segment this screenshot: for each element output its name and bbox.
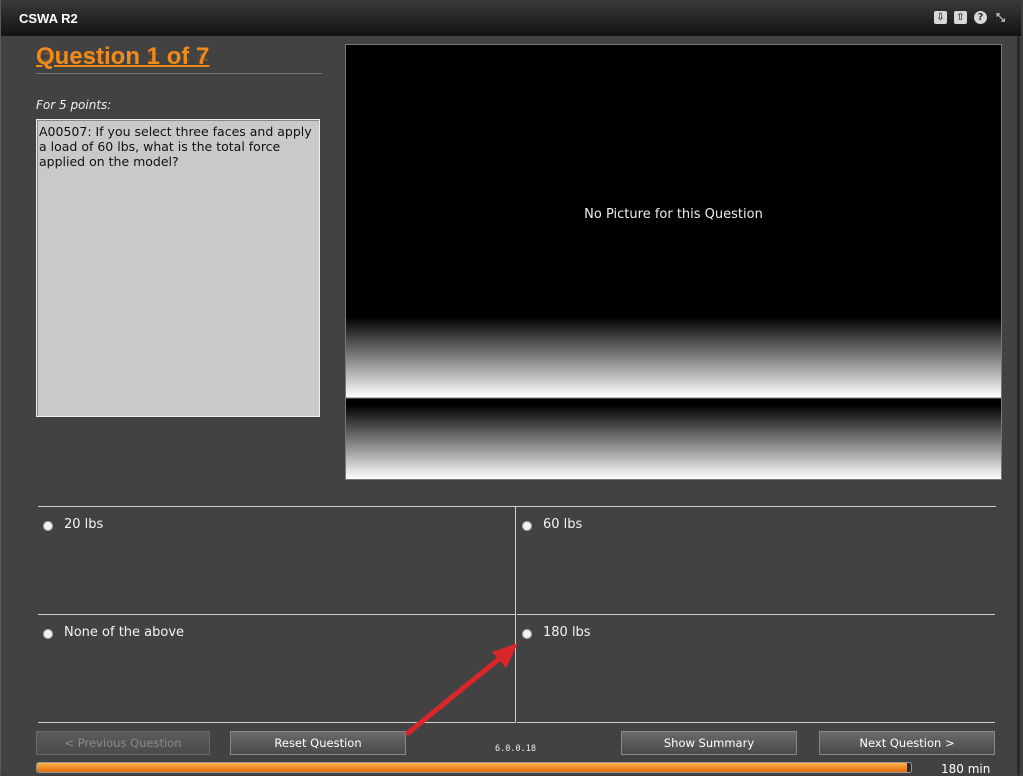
- time-progress-bar: [36, 762, 912, 773]
- upload-icon[interactable]: ⇧: [954, 11, 967, 24]
- radio-button[interactable]: [522, 629, 532, 639]
- next-question-button[interactable]: Next Question >: [819, 731, 995, 755]
- minimize-icon[interactable]: ⤡: [994, 11, 1007, 24]
- no-picture-message: No Picture for this Question: [584, 207, 763, 222]
- save-icon[interactable]: ⇩: [934, 11, 947, 24]
- radio-button[interactable]: [43, 629, 53, 639]
- title-bar: CSWA R2 ⇩ ⇧ ? ⤡: [1, 0, 1021, 36]
- question-heading-reflection: Question 1 of 7: [36, 50, 210, 63]
- answer-label[interactable]: None of the above: [64, 625, 184, 640]
- answer-label[interactable]: 60 lbs: [543, 517, 582, 532]
- radio-button[interactable]: [43, 521, 53, 531]
- question-picture: No Picture for this Question: [345, 44, 1002, 480]
- answer-option[interactable]: 20 lbs: [38, 507, 516, 615]
- heading-divider: [36, 73, 322, 74]
- question-text: A00507: If you select three faces and ap…: [36, 119, 320, 417]
- help-icon[interactable]: ?: [974, 11, 987, 24]
- reset-question-button[interactable]: Reset Question: [230, 731, 406, 755]
- answer-label[interactable]: 20 lbs: [64, 517, 103, 532]
- answer-option[interactable]: 60 lbs: [517, 507, 995, 615]
- question-points: For 5 points:: [36, 98, 112, 112]
- titlebar-icons: ⇩ ⇧ ? ⤡: [934, 11, 1007, 24]
- radio-button[interactable]: [522, 521, 532, 531]
- previous-question-button[interactable]: < Previous Question: [36, 731, 210, 755]
- progress-fill: [37, 763, 907, 772]
- show-summary-button[interactable]: Show Summary: [621, 731, 797, 755]
- time-remaining: 180 min: [941, 762, 991, 776]
- answer-option[interactable]: None of the above: [38, 615, 516, 723]
- answer-option[interactable]: 180 lbs: [517, 615, 995, 723]
- answer-label[interactable]: 180 lbs: [543, 625, 591, 640]
- answer-grid: 20 lbs 60 lbs None of the above 180 lbs: [38, 506, 996, 725]
- app-title: CSWA R2: [19, 11, 78, 26]
- version-label: 6.0.0.18: [495, 744, 536, 754]
- app-window: CSWA R2 ⇩ ⇧ ? ⤡ Question 1 of 7 Question…: [0, 0, 1021, 776]
